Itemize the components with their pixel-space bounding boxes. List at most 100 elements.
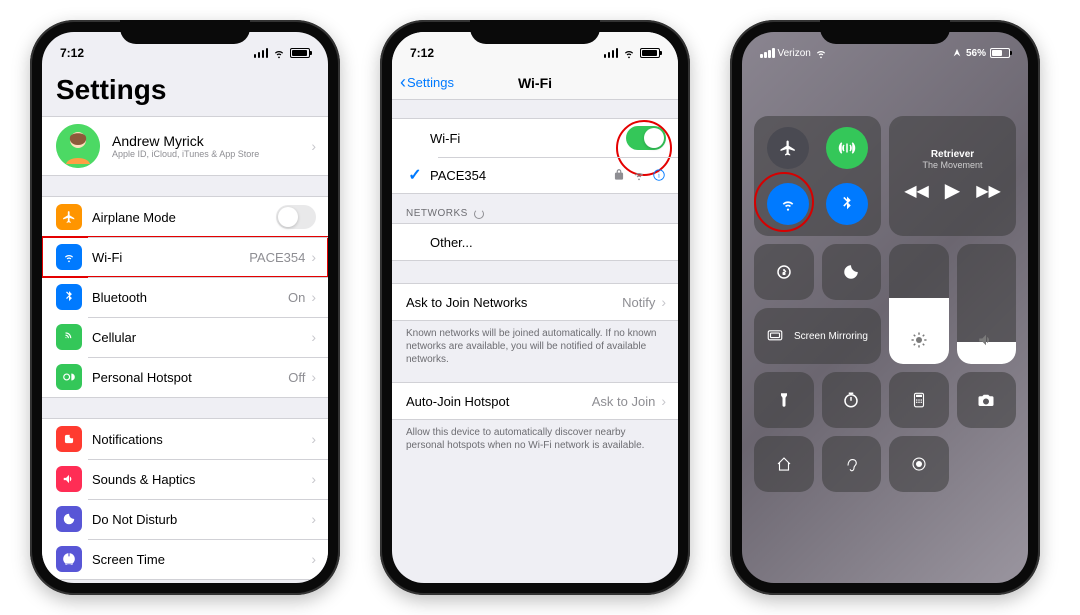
chevron-icon: › xyxy=(661,294,666,310)
wifi-icon xyxy=(272,46,286,60)
avatar xyxy=(56,124,100,168)
airplane-mode-cell[interactable]: Airplane Mode xyxy=(42,197,328,237)
dnd-cell[interactable]: Do Not Disturb › xyxy=(42,499,328,539)
auto-hotspot-value: Ask to Join xyxy=(592,394,656,409)
cellular-icon xyxy=(838,139,856,157)
flashlight-icon xyxy=(775,391,793,409)
chevron-icon: › xyxy=(311,369,316,385)
time: 7:12 xyxy=(60,46,84,60)
hotspot-value: Off xyxy=(288,370,305,385)
ask-join-value: Notify xyxy=(622,295,655,310)
wifi-toggle-label: Wi-Fi xyxy=(430,131,626,146)
auto-hotspot-cell[interactable]: Auto-Join Hotspot Ask to Join › xyxy=(392,383,678,419)
record-icon xyxy=(910,455,928,473)
music-title: Retriever xyxy=(931,149,974,160)
connectivity-tile[interactable] xyxy=(754,116,881,236)
sounds-icon xyxy=(56,466,82,492)
notifications-label: Notifications xyxy=(92,432,311,447)
profile-cell[interactable]: Andrew Myrick Apple ID, iCloud, iTunes &… xyxy=(42,117,328,175)
camera-tile[interactable] xyxy=(957,372,1017,428)
bluetooth-toggle[interactable] xyxy=(826,183,868,225)
prev-button[interactable]: ◀◀ xyxy=(904,181,929,201)
dnd-tile[interactable] xyxy=(822,244,882,300)
notch xyxy=(820,20,950,44)
cellular-signal-icon xyxy=(604,48,619,58)
chevron-icon: › xyxy=(311,471,316,487)
chevron-icon: › xyxy=(311,329,316,345)
wifi-icon xyxy=(56,244,82,270)
cellular-signal-icon xyxy=(760,48,775,58)
cellular-toggle[interactable] xyxy=(826,127,868,169)
wifi-toggle[interactable] xyxy=(767,183,809,225)
wifi-cell[interactable]: Wi-Fi PACE354 › xyxy=(42,237,328,277)
wifi-strength-icon xyxy=(632,168,646,182)
spinner-icon xyxy=(474,209,484,219)
brightness-slider[interactable] xyxy=(889,244,949,364)
airplane-toggle[interactable] xyxy=(767,127,809,169)
chevron-icon: › xyxy=(661,393,666,409)
orientation-lock-tile[interactable] xyxy=(754,244,814,300)
bluetooth-label: Bluetooth xyxy=(92,290,288,305)
notch xyxy=(470,20,600,44)
info-icon[interactable]: i xyxy=(652,168,666,182)
play-button[interactable]: ▶ xyxy=(945,178,960,203)
wifi-toggle[interactable] xyxy=(626,126,666,150)
record-tile[interactable] xyxy=(889,436,949,492)
home-tile[interactable] xyxy=(754,436,814,492)
mirroring-label: Screen Mirroring xyxy=(794,331,868,342)
time: 7:12 xyxy=(410,46,434,60)
timer-icon xyxy=(842,391,860,409)
orientation-lock-icon xyxy=(775,263,793,281)
battery-icon xyxy=(640,48,660,58)
calculator-icon xyxy=(910,391,928,409)
screen-mirroring-tile[interactable]: Screen Mirroring xyxy=(754,308,881,364)
checkmark-icon: ✓ xyxy=(406,165,424,185)
moon-icon xyxy=(842,263,860,281)
airplane-label: Airplane Mode xyxy=(92,210,276,225)
lock-icon xyxy=(612,168,626,182)
ask-join-footer: Known networks will be joined automatica… xyxy=(392,321,678,372)
cellular-label: Cellular xyxy=(92,330,311,345)
calculator-tile[interactable] xyxy=(889,372,949,428)
chevron-icon: › xyxy=(311,249,316,265)
other-network-cell[interactable]: Other... xyxy=(392,224,678,260)
battery-indicator: 56% xyxy=(952,48,1010,59)
bluetooth-cell[interactable]: Bluetooth On › xyxy=(42,277,328,317)
network-name: PACE354 xyxy=(430,168,612,183)
hearing-tile[interactable] xyxy=(822,436,882,492)
screentime-cell[interactable]: Screen Time › xyxy=(42,539,328,579)
timer-tile[interactable] xyxy=(822,372,882,428)
flashlight-tile[interactable] xyxy=(754,372,814,428)
other-label: Other... xyxy=(430,235,666,250)
cellular-icon xyxy=(56,324,82,350)
ask-join-label: Ask to Join Networks xyxy=(406,295,622,310)
hotspot-cell[interactable]: Personal Hotspot Off › xyxy=(42,357,328,397)
chevron-icon: › xyxy=(311,551,316,567)
auto-hotspot-label: Auto-Join Hotspot xyxy=(406,394,592,409)
battery-icon xyxy=(990,48,1010,58)
page-title: Settings xyxy=(42,66,328,116)
airplane-icon xyxy=(779,139,797,157)
bluetooth-icon xyxy=(56,284,82,310)
sounds-cell[interactable]: Sounds & Haptics › xyxy=(42,459,328,499)
screentime-label: Screen Time xyxy=(92,552,311,567)
wifi-toggle-cell[interactable]: Wi-Fi xyxy=(392,119,678,157)
dnd-label: Do Not Disturb xyxy=(92,512,311,527)
volume-slider[interactable] xyxy=(957,244,1017,364)
dnd-icon xyxy=(56,506,82,532)
carrier-indicator: Verizon xyxy=(760,46,828,60)
notifications-cell[interactable]: Notifications › xyxy=(42,419,328,459)
sounds-label: Sounds & Haptics xyxy=(92,472,311,487)
cellular-cell[interactable]: Cellular › xyxy=(42,317,328,357)
cellular-signal-icon xyxy=(254,48,269,58)
next-button[interactable]: ▶▶ xyxy=(976,181,1001,201)
phone-wifi: 7:12 ‹ Settings Wi-Fi Wi-Fi ✓ PAC xyxy=(380,20,690,595)
ask-join-cell[interactable]: Ask to Join Networks Notify › xyxy=(392,284,678,320)
screentime-icon xyxy=(56,546,82,572)
back-button[interactable]: ‹ Settings xyxy=(400,72,454,93)
music-tile[interactable]: Retriever The Movement ◀◀ ▶ ▶▶ xyxy=(889,116,1016,236)
airplane-toggle[interactable] xyxy=(276,205,316,229)
camera-icon xyxy=(977,391,995,409)
battery-icon xyxy=(290,48,310,58)
connected-network-cell[interactable]: ✓ PACE354 i xyxy=(392,157,678,193)
